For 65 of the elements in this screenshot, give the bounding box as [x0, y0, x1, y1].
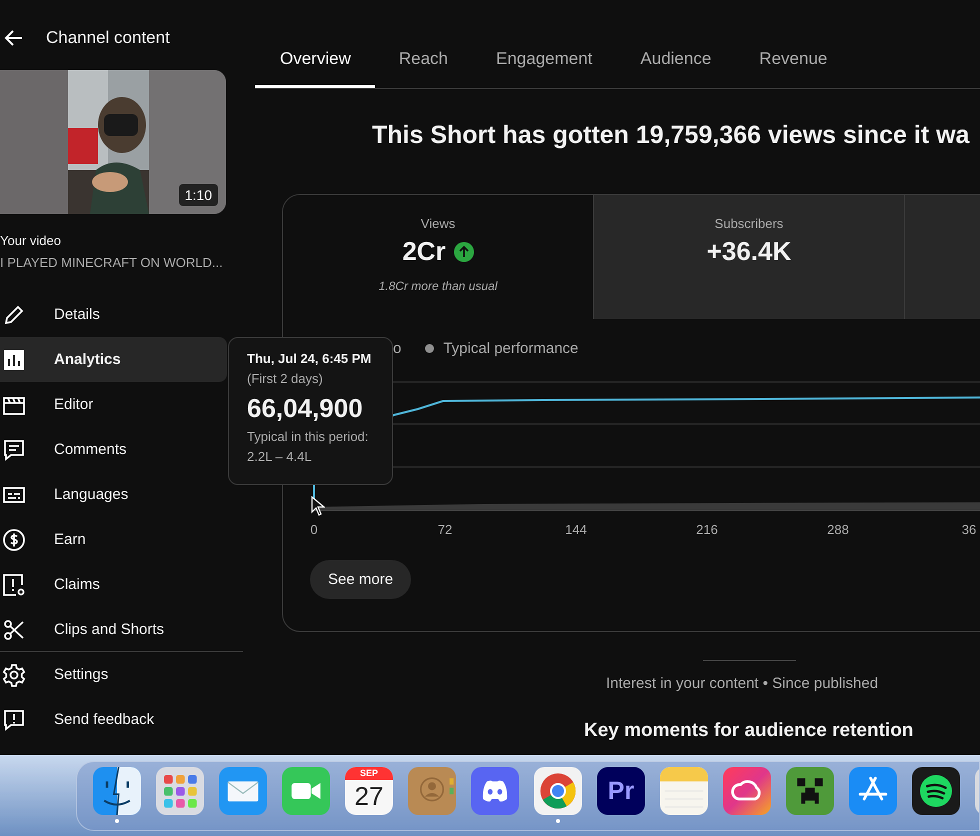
back-arrow-icon[interactable]	[4, 28, 24, 48]
game-controller-face-icon[interactable]	[471, 767, 519, 815]
settings-icon	[2, 662, 26, 686]
section-subtitle: Interest in your content • Since published	[606, 675, 880, 692]
metric-value: 2Cr	[402, 236, 446, 267]
section-heading: Key moments for audience retention	[584, 720, 914, 742]
sound-waves-icon[interactable]	[912, 767, 960, 815]
tab[interactable]: Revenue	[735, 49, 852, 88]
axis-tick-label: 36	[962, 522, 976, 537]
duration-badge: 1:10	[178, 184, 218, 206]
app-store-icon[interactable]	[849, 767, 897, 815]
video-camera-icon[interactable]	[282, 767, 330, 815]
tooltip-value: 66,04,900	[247, 393, 364, 424]
nav-item[interactable]: Settings	[0, 652, 227, 697]
tab[interactable]: Reach	[374, 49, 472, 88]
video-title: I PLAYED MINECRAFT ON WORLD...	[0, 255, 224, 270]
tab[interactable]: Audience	[616, 49, 736, 88]
envelope-icon[interactable]	[219, 767, 267, 815]
comment-icon	[2, 438, 26, 462]
tooltip-typical-label: Typical in this period:	[247, 429, 370, 444]
axis-tick-label: 288	[827, 522, 849, 537]
nav-item[interactable]: Languages	[0, 472, 227, 517]
scissors-icon	[2, 618, 26, 642]
metric-value: +36.4K	[706, 236, 792, 267]
headline: This Short has gotten 19,759,366 views since it wa	[372, 121, 970, 150]
legend-label: o	[393, 340, 402, 356]
tooltip-period: (First 2 days)	[247, 371, 324, 386]
nav-item[interactable]: Analytics	[0, 337, 227, 382]
see-more-button[interactable]: See more	[310, 560, 412, 599]
exclamation-icon	[2, 572, 26, 596]
nav-item[interactable]: Comments	[0, 427, 227, 472]
axis-tick-label: 0	[310, 522, 318, 537]
nav-item[interactable]: Send feedback	[0, 697, 227, 742]
page-title: Channel content	[46, 28, 170, 48]
axis-tick-label: 216	[696, 522, 718, 537]
calendar-icon[interactable]: SEP 27	[345, 767, 393, 815]
nav-item[interactable]: Details	[0, 292, 227, 337]
finder-face-icon[interactable]	[93, 767, 141, 815]
dollar-icon	[2, 528, 26, 552]
nav-item[interactable]: Editor	[0, 382, 227, 427]
tooltip-date: Thu, Jul 24, 6:45 PM	[247, 351, 372, 366]
tab[interactable]: Engagement	[472, 49, 616, 88]
video-label: Your video	[0, 233, 62, 248]
cloud-icon[interactable]	[723, 767, 771, 815]
browser-icon[interactable]	[534, 767, 582, 815]
cursor-icon	[311, 496, 325, 516]
bar-chart-icon	[2, 348, 26, 372]
metric-note: 1.8Cr more than usual	[378, 279, 498, 293]
nav-item[interactable]: Claims	[0, 562, 227, 607]
metric-label: Subscribers	[714, 216, 784, 231]
nav-item[interactable]: Clips and Shorts	[0, 607, 227, 652]
creeper-face-icon[interactable]	[786, 767, 834, 815]
metric-tile[interactable]: Views 2Cr 1.8Cr more than usual	[283, 195, 594, 319]
legend-label: Typical performance	[443, 340, 578, 356]
metric-tile[interactable]: Subscribers +36.4K	[594, 195, 905, 319]
tab[interactable]: Overview	[255, 49, 375, 88]
tooltip-typical-range: 2.2L – 4.4L	[247, 449, 313, 464]
contact-book-icon[interactable]	[408, 767, 456, 815]
axis-tick-label: 144	[565, 522, 587, 537]
nav-item[interactable]: Earn	[0, 517, 227, 562]
premiere-icon[interactable]: Pr	[597, 767, 645, 815]
app-grid-icon[interactable]	[156, 767, 204, 815]
feedback-icon	[2, 708, 26, 732]
metric-label: Views	[420, 216, 456, 231]
axis-tick-label: 72	[438, 522, 452, 537]
